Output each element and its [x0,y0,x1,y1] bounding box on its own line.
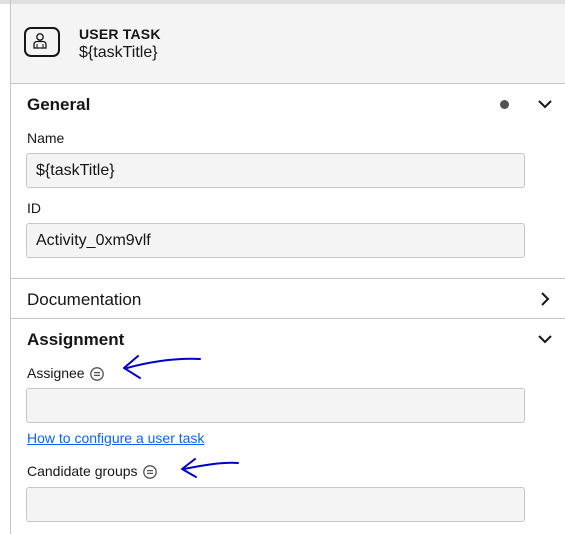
help-link[interactable]: How to configure a user task [27,430,204,446]
properties-panel: USER TASK ${taskTitle} General Name ID D… [11,4,565,534]
assignee-label-text: Assignee [27,365,85,381]
element-name-label: ${taskTitle} [79,44,158,61]
candidate-groups-input[interactable] [26,487,525,522]
candidate-groups-label-text: Candidate groups [27,463,138,479]
group-title-general[interactable]: General [27,95,90,115]
group-title-assignment[interactable]: Assignment [27,330,124,350]
id-label: ID [27,200,41,216]
feel-expression-icon[interactable] [142,464,158,480]
group-has-entries-indicator [500,100,509,109]
name-input[interactable] [26,153,525,188]
element-type-label: USER TASK [79,26,161,42]
user-task-icon [24,27,60,57]
panel-header: USER TASK ${taskTitle} [11,4,565,84]
group-title-documentation[interactable]: Documentation [27,290,141,310]
feel-expression-icon[interactable] [89,366,105,382]
chevron-right-icon[interactable] [539,291,551,307]
assignee-label: Assignee [27,365,105,382]
group-divider [11,318,565,319]
chevron-down-icon[interactable] [537,98,553,110]
name-label: Name [27,130,65,146]
chevron-down-icon[interactable] [537,333,553,345]
id-input[interactable] [26,223,525,258]
annotation-arrow-icon [123,355,201,379]
assignee-input[interactable] [26,388,525,423]
candidate-groups-label: Candidate groups [27,463,158,480]
group-divider [11,278,565,279]
annotation-arrow-icon [181,458,239,478]
